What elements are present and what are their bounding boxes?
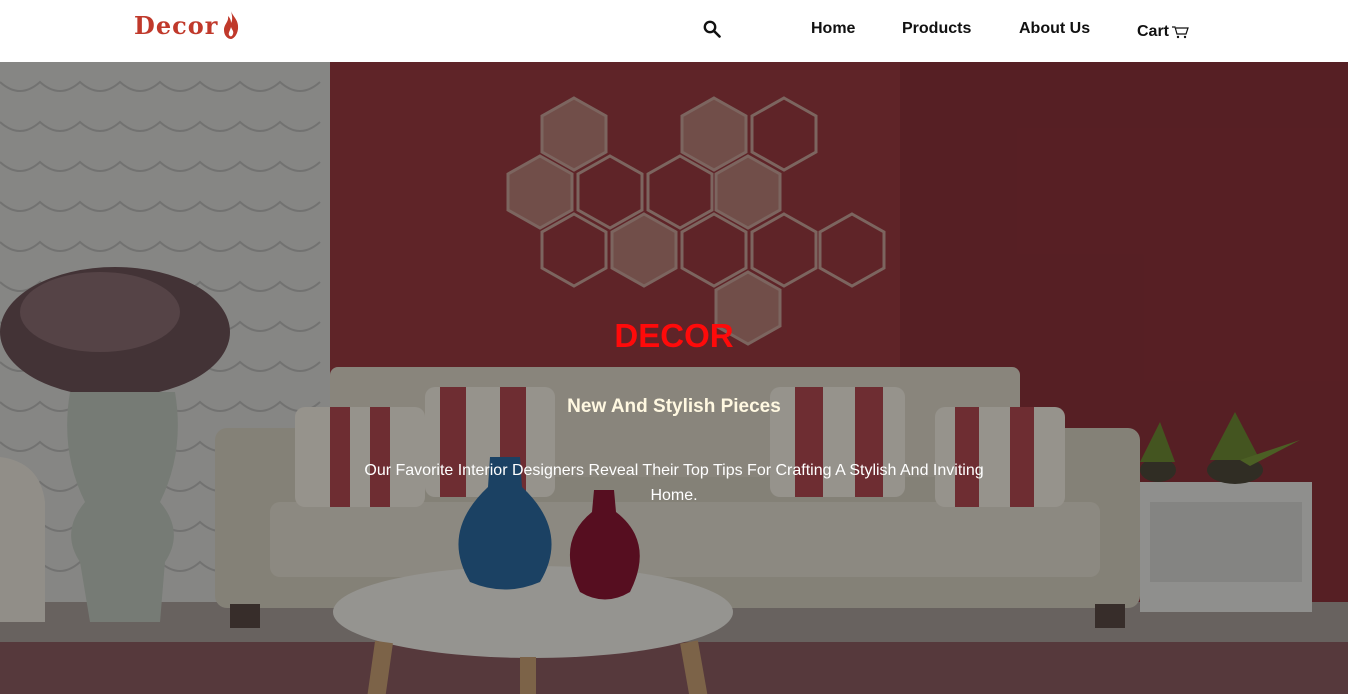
cart-label: Cart: [1137, 23, 1170, 40]
cart-icon: [1172, 26, 1189, 39]
brand-name: Decor: [134, 10, 219, 40]
hero-subtitle: New And Stylish Pieces: [567, 396, 781, 417]
nav-home-link[interactable]: Home: [811, 20, 855, 40]
hero-title: DECOR: [614, 317, 734, 354]
brand-logo[interactable]: Decor: [134, 8, 241, 42]
hero-dark-overlay: [0, 62, 1348, 694]
nav-products-link[interactable]: Products: [902, 20, 971, 40]
hero-banner: DECOR New And Stylish Pieces Our Favorit…: [0, 62, 1348, 694]
nav-about-link[interactable]: About Us: [1019, 20, 1090, 40]
hero-description: Our Favorite Interior Designers Reveal T…: [364, 462, 984, 504]
site-header: Decor Home Products About Us Cart: [0, 0, 1348, 62]
nav-cart-link[interactable]: Cart: [1137, 22, 1189, 42]
flame-icon: [224, 11, 239, 39]
search-icon[interactable]: [703, 20, 721, 38]
